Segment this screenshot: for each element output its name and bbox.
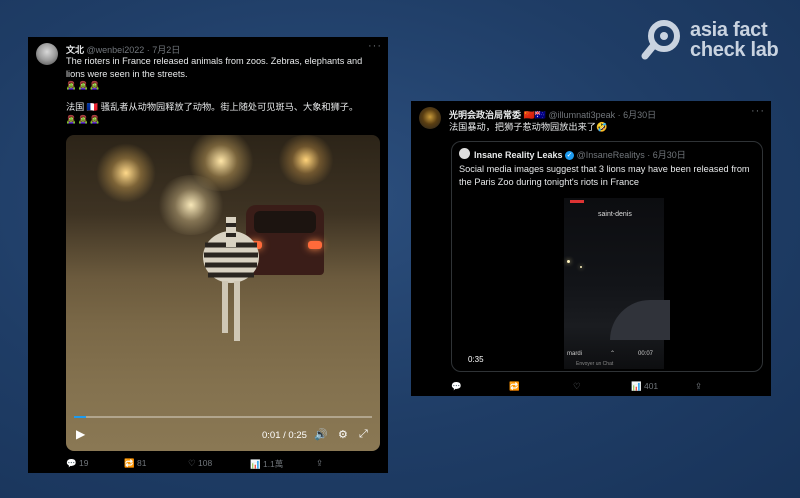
views-action[interactable]: 📊 401: [631, 381, 658, 392]
tweet-text: 法国暴动，把狮子惹动物园放出来了🤣: [449, 122, 608, 132]
street-light: [276, 135, 336, 185]
play-icon[interactable]: ▶: [76, 427, 85, 441]
magnifier-logo-icon: [641, 20, 680, 60]
phone-bottom-left: mardi: [567, 351, 583, 357]
retweet-action[interactable]: 🔁 81: [124, 458, 146, 469]
author-name[interactable]: 文北: [66, 45, 84, 55]
distant-light: [567, 260, 570, 263]
quoted-video[interactable]: saint-denis mardi ⌃ 00:07 Envoyer un Cha…: [460, 198, 753, 369]
retweet-icon[interactable]: 🔁: [509, 381, 520, 392]
retweet-icon: 🔁: [124, 458, 135, 468]
retweet-count: 81: [136, 458, 147, 468]
like-action[interactable]: ♡ 108: [188, 458, 212, 469]
tweet-date[interactable]: · 6月30日: [618, 110, 657, 120]
author-name[interactable]: 光明会政治局常委: [449, 110, 521, 120]
views-action[interactable]: 📊 1.1萬: [250, 458, 283, 470]
emoji-row-en: 🧟‍♀️🧟‍♀️🧟‍♀️: [66, 81, 102, 90]
view-count: 1.1萬: [262, 459, 284, 469]
logo-text-line2: check lab: [690, 39, 779, 61]
street-light: [96, 143, 156, 203]
quoted-header: Insane Reality Leaks ✓ @InsaneRealitys ·…: [474, 148, 686, 161]
asia-fact-check-logo: asia fact check lab: [640, 16, 790, 64]
quoted-author-name: Insane Reality Leaks: [474, 150, 563, 160]
tweet-actions: 💬 🔁 ♡ 📊 401 ⇪: [451, 381, 761, 393]
tweet-actions: 💬 19 🔁 81 ♡ 108 📊 1.1萬 ⇪: [66, 458, 382, 470]
phone-screenshot: saint-denis mardi ⌃ 00:07 Envoyer un Cha…: [564, 198, 670, 369]
logo-text-line1: asia fact: [690, 19, 768, 41]
tweet-illumnati[interactable]: 光明会政治局常委 🇨🇳🇦🇺 @illumnati3peak · 6月30日 ··…: [411, 101, 771, 396]
video-progress-bar[interactable]: [74, 416, 372, 418]
settings-icon[interactable]: ⚙: [338, 428, 348, 441]
share-icon[interactable]: ⇪: [695, 381, 702, 392]
quoted-avatar: [459, 148, 470, 159]
volume-icon[interactable]: 🔊: [314, 428, 328, 441]
quoted-date: · 6月30日: [647, 150, 686, 160]
quoted-text: Social media images suggest that 3 lions…: [459, 164, 750, 187]
avatar[interactable]: [419, 107, 441, 129]
zebra: [203, 217, 259, 341]
reply-icon[interactable]: 💬: [451, 381, 462, 392]
reply-action[interactable]: 💬 19: [66, 458, 88, 469]
chevron-up-icon: ⌃: [610, 351, 616, 357]
tweet-text-zh: 法国 🇫🇷 骚乱者从动物园释放了动物。街上随处可见斑马、大象和狮子。: [66, 102, 359, 112]
avatar[interactable]: [36, 43, 58, 65]
video-progress-fill: [74, 416, 86, 418]
reply-count: 19: [78, 458, 89, 468]
view-count: 401: [643, 381, 659, 391]
tweet-date[interactable]: · 7月2日: [147, 45, 181, 55]
more-options-icon[interactable]: ···: [368, 40, 382, 52]
emoji-row-zh: 🧟‍♀️🧟‍♀️🧟‍♀️: [66, 115, 102, 124]
heart-icon: ♡: [188, 458, 196, 468]
share-icon[interactable]: ⇪: [316, 458, 323, 469]
more-options-icon[interactable]: ···: [751, 105, 765, 117]
red-marking: [570, 200, 584, 203]
video-player[interactable]: ▶ 0:01 / 0:25 🔊 ⚙ ⤢: [66, 135, 380, 451]
tweet-header: 光明会政治局常委 🇨🇳🇦🇺 @illumnati3peak · 6月30日: [449, 108, 656, 121]
video-duration: 0:35: [468, 355, 484, 364]
phone-caption: saint-denis: [598, 211, 632, 218]
tweet-wenbei[interactable]: 文北 @wenbei2022 · 7月2日 ··· The rioters in…: [28, 37, 388, 473]
verified-badge-icon: ✓: [565, 151, 575, 161]
fullscreen-icon[interactable]: ⤢: [359, 428, 368, 441]
views-icon: 📊: [631, 381, 642, 391]
heart-icon[interactable]: ♡: [573, 381, 581, 392]
quoted-tweet[interactable]: Insane Reality Leaks ✓ @InsaneRealitys ·…: [451, 141, 763, 372]
car-dashboard: [610, 300, 670, 340]
like-count: 108: [198, 458, 213, 468]
tweet-text-en: The rioters in France released animals f…: [66, 56, 363, 79]
author-handle[interactable]: @illumnati3peak: [548, 110, 615, 120]
phone-send-label: Envoyer un Chat: [576, 361, 614, 367]
author-handle[interactable]: @wenbei2022: [87, 45, 145, 55]
reply-icon: 💬: [66, 458, 77, 468]
views-icon: 📊: [250, 459, 261, 469]
distant-light: [580, 266, 582, 268]
quoted-author-handle: @InsaneRealitys: [576, 150, 645, 160]
author-flags: 🇨🇳🇦🇺: [523, 110, 546, 120]
video-time: 0:01 / 0:25: [262, 430, 307, 441]
phone-bottom-right: 00:07: [638, 351, 654, 357]
